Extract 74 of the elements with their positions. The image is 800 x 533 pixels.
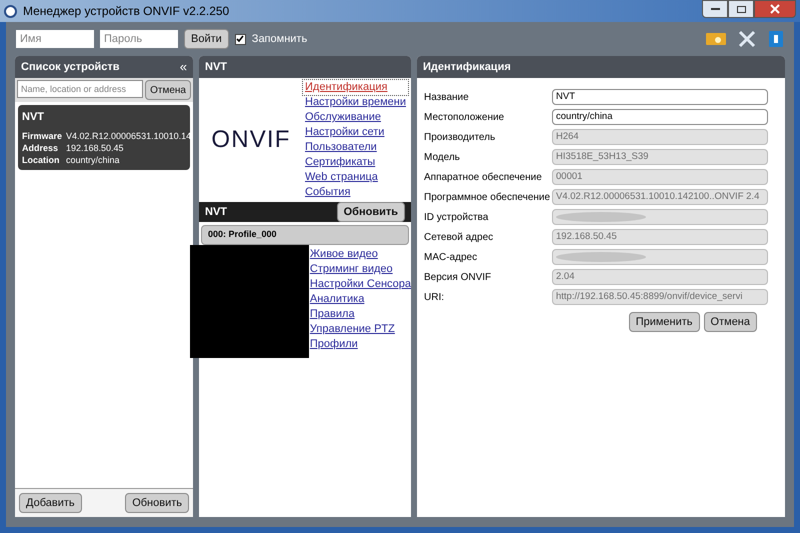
text-field[interactable]: HI3518E_53H13_S39	[552, 149, 768, 165]
menu-link[interactable]: Web страница	[303, 170, 408, 185]
menu-link[interactable]: Пользователи	[303, 140, 408, 155]
field-label: Название	[424, 90, 470, 104]
profile-link[interactable]: Профили	[310, 337, 411, 352]
close-button[interactable]	[754, 0, 796, 18]
field-label: Сетевой адрес	[424, 230, 494, 244]
app-icon	[4, 4, 17, 18]
password-field[interactable]: Пароль	[100, 30, 178, 48]
footer-button[interactable]: Обновить	[125, 493, 189, 513]
text-field[interactable]: http://192.168.50.45:8899/onvif/device_servi	[552, 289, 768, 305]
device-card[interactable]: NVT Firmware V4.02.R12.00006531.10010.14 Address 192.168.50.45 Location country/china	[18, 105, 190, 170]
field-label: Модель	[424, 150, 461, 164]
login-button[interactable]: Войти	[184, 29, 229, 49]
menu-link[interactable]: Идентификация	[303, 80, 408, 95]
field-label: Программное обеспечение	[424, 190, 552, 204]
onvif-logo: ONVIF	[211, 125, 291, 155]
name-field[interactable]: Имя	[16, 30, 94, 48]
field-label: Address	[22, 142, 60, 154]
text-field[interactable]: 192.168.50.45	[552, 229, 768, 245]
field-label: URI:	[424, 290, 445, 304]
form-button[interactable]: Отмена	[704, 312, 757, 332]
refresh-button[interactable]: Обновить	[336, 202, 405, 222]
maximize-button[interactable]	[728, 0, 754, 18]
field-label: Firmware	[22, 130, 64, 142]
field-value: country/china	[66, 154, 120, 166]
text-field[interactable]: country/china	[552, 109, 768, 125]
footer-button[interactable]: Добавить	[19, 493, 82, 513]
profile-link[interactable]: Аналитика	[310, 292, 411, 307]
minimize-button[interactable]	[702, 0, 728, 18]
menu-link[interactable]: События	[303, 185, 408, 200]
text-field[interactable]	[552, 209, 768, 225]
text-field[interactable]: H264	[552, 129, 768, 145]
field-value: V4.02.R12.00006531.10010.14	[66, 130, 192, 142]
profile-link[interactable]: Стриминг видео	[310, 262, 411, 277]
collapse-toggle[interactable]: «	[180, 57, 187, 77]
section-title: NVT	[205, 204, 227, 220]
text-field[interactable]	[552, 249, 768, 265]
form-button[interactable]: Применить	[628, 312, 700, 332]
text-field[interactable]: 2.04	[552, 269, 768, 285]
field-label: MAC-адрес	[424, 250, 478, 264]
profile-link[interactable]: Настройки Сенсора	[310, 277, 411, 292]
menu-link[interactable]: Настройки времени	[303, 95, 408, 110]
menu-link[interactable]: Настройки сети	[303, 125, 408, 140]
field-label: Аппаратное обеспечение	[424, 170, 543, 184]
text-field[interactable]: 00001	[552, 169, 768, 185]
field-value: 192.168.50.45	[66, 142, 124, 154]
field-label: Location	[22, 154, 60, 166]
cancel-button[interactable]: Отмена	[145, 80, 191, 100]
remember-label: Запомнить	[252, 32, 308, 47]
field-label: ID устройства	[424, 210, 490, 224]
settings-card-icon[interactable]	[706, 31, 726, 47]
profile-link[interactable]: Правила	[310, 307, 411, 322]
blur-smudge-icon	[556, 212, 646, 222]
profile-link[interactable]: Управление PTZ	[310, 322, 411, 337]
remember-checkbox[interactable]	[234, 34, 246, 44]
profile-bar[interactable]: 000: Profile_000	[201, 225, 409, 245]
close-icon	[770, 4, 780, 14]
profile-link[interactable]: Живое видео	[310, 247, 411, 262]
help-book-icon[interactable]	[768, 30, 784, 48]
menu-link[interactable]: Сертификаты	[303, 155, 408, 170]
menu-link[interactable]: Обслуживание	[303, 110, 408, 125]
text-field[interactable]: NVT	[552, 89, 768, 105]
blur-smudge-icon	[556, 252, 646, 262]
field-label: Версия ONVIF	[424, 270, 492, 284]
search-field[interactable]: Name, location or address	[17, 80, 144, 98]
field-label: Производитель	[424, 130, 496, 144]
device-name: NVT	[22, 110, 45, 125]
panel-title: Список устройств	[21, 60, 120, 75]
panel-title: Идентификация	[423, 60, 511, 75]
field-label: Местоположение	[424, 110, 506, 124]
text-field[interactable]: V4.02.R12.00006531.10010.142100..ONVIF 2.4	[552, 189, 768, 205]
panel-title: NVT	[205, 60, 227, 75]
window-title: Менеджер устройств ONVIF v2.2.250	[23, 3, 230, 20]
